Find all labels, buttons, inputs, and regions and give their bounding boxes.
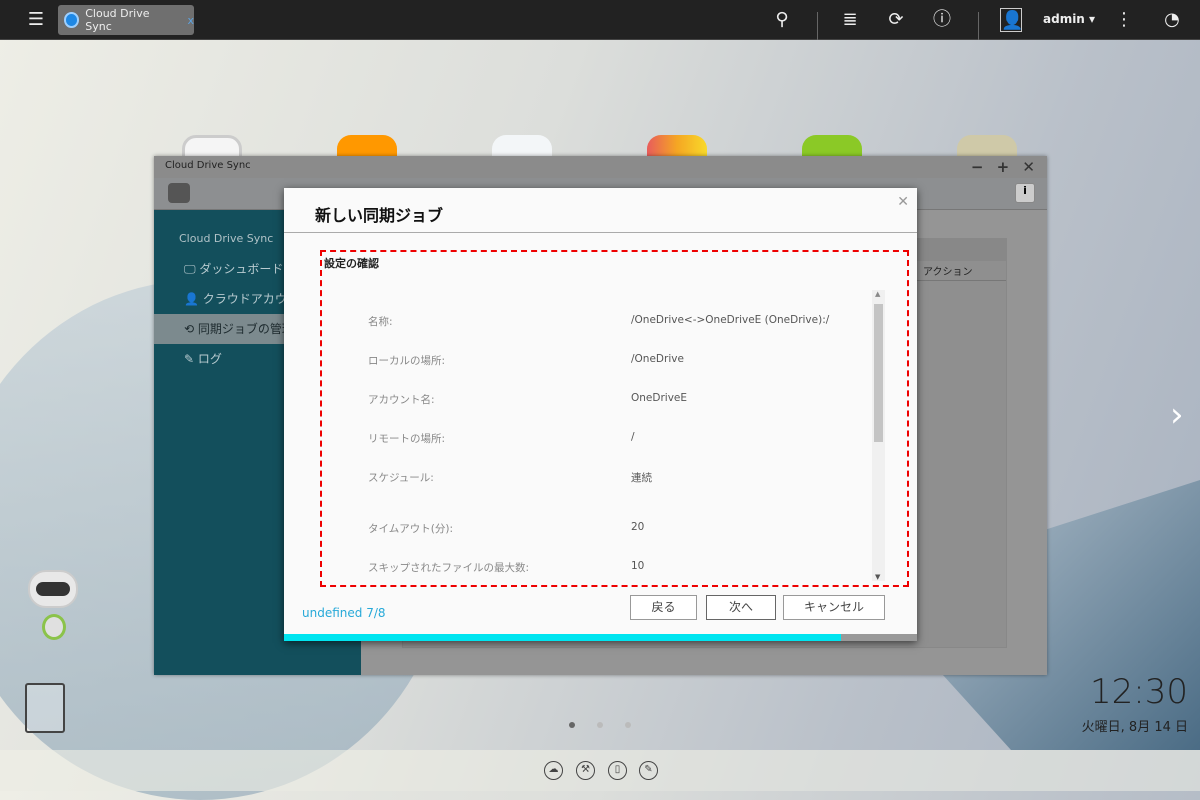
row-value: 10 bbox=[631, 560, 645, 572]
next-page-arrow-icon[interactable]: › bbox=[1170, 395, 1184, 435]
summary-row: ローカルの場所: /OneDrive bbox=[368, 353, 848, 368]
summary-row: 名称: /OneDrive<->OneDriveE (OneDrive):/ bbox=[368, 314, 848, 329]
menu-icon[interactable]: ☰ bbox=[24, 8, 48, 32]
tools-icon[interactable]: ⚒ bbox=[576, 761, 595, 780]
row-label: スケジュール: bbox=[368, 472, 434, 484]
row-value: 20 bbox=[631, 521, 645, 533]
log-icon: ✎ bbox=[184, 352, 198, 366]
scroll-down-icon[interactable]: ▼ bbox=[875, 573, 880, 581]
back-button[interactable]: 戻る bbox=[630, 595, 697, 620]
summary-row: スキップされたファイルの最大数: 10 bbox=[368, 560, 848, 575]
summary-row: リモートの場所: / bbox=[368, 431, 848, 446]
row-value: /OneDrive bbox=[631, 353, 684, 365]
divider bbox=[978, 12, 979, 40]
row-value: 連続 bbox=[631, 472, 652, 484]
highlight-box bbox=[320, 250, 909, 587]
cancel-button[interactable]: キャンセル bbox=[783, 595, 885, 620]
row-label: タイムアウト(分): bbox=[368, 523, 454, 535]
sidebar-item-label: ダッシュボード bbox=[199, 262, 284, 276]
page-dot-active[interactable] bbox=[569, 722, 575, 728]
section-title: 設定の確認 bbox=[324, 257, 379, 270]
scrollbar-thumb[interactable] bbox=[874, 304, 883, 442]
window-title: Cloud Drive Sync bbox=[154, 156, 1047, 178]
scroll-up-icon[interactable]: ▲ bbox=[875, 290, 880, 298]
progress-fill bbox=[284, 634, 842, 641]
row-value: / bbox=[631, 431, 635, 443]
user-icon: 👤 bbox=[184, 292, 203, 306]
summary-row: アカウント名: OneDriveE bbox=[368, 392, 848, 407]
sidebar-title: Cloud Drive Sync bbox=[179, 232, 274, 245]
clock-time: 12:30 bbox=[1090, 672, 1188, 712]
row-label: 名称: bbox=[368, 316, 393, 328]
row-value: /OneDrive<->OneDriveE (OneDrive):/ bbox=[631, 314, 830, 326]
user-menu[interactable]: admin ▾ bbox=[1043, 12, 1095, 26]
tasks-icon[interactable]: ≣ bbox=[838, 8, 862, 32]
search-icon[interactable]: ⚲ bbox=[770, 8, 794, 32]
next-button[interactable]: 次へ bbox=[706, 595, 776, 620]
step-indicator: undefined 7/8 bbox=[302, 606, 386, 620]
dashboard-icon: 🖵 bbox=[184, 262, 200, 276]
progress-bar bbox=[284, 634, 917, 641]
divider bbox=[817, 12, 818, 40]
sidebar-item-label: ログ bbox=[197, 352, 222, 366]
scrollbar[interactable]: ▲ ▼ bbox=[872, 290, 885, 581]
new-sync-job-dialog: 新しい同期ジョブ ✕ 設定の確認 名称: /OneDrive<->OneDrive… bbox=[284, 188, 917, 641]
history-icon: ⟲ bbox=[184, 322, 198, 336]
app-tab-cloud-drive-sync[interactable]: Cloud Drive Sync x bbox=[58, 5, 194, 35]
window-controls[interactable]: − + ✕ bbox=[971, 158, 1039, 176]
row-value: OneDriveE bbox=[631, 392, 688, 404]
tab-label: Cloud Drive Sync bbox=[85, 7, 150, 33]
info-icon[interactable]: ⓘ bbox=[930, 8, 954, 32]
divider bbox=[284, 232, 917, 233]
summary-row: タイムアウト(分): 20 bbox=[368, 521, 848, 536]
close-icon[interactable]: ✕ bbox=[897, 194, 909, 210]
cloud-drive-sync-icon bbox=[64, 12, 80, 28]
close-tab-icon[interactable]: x bbox=[187, 14, 194, 27]
column-header-action[interactable]: アクション bbox=[923, 263, 973, 278]
dialog-title: 新しい同期ジョブ bbox=[315, 206, 444, 225]
summary-row: スケジュール: 連続 bbox=[368, 470, 848, 485]
book-icon[interactable]: ▯ bbox=[608, 761, 627, 780]
dock: ☁ ⚒ ▯ ✎ bbox=[0, 750, 1200, 791]
page-dot[interactable] bbox=[625, 722, 631, 728]
sync-icon[interactable]: ⟳ bbox=[884, 8, 908, 32]
row-label: ローカルの場所: bbox=[368, 355, 446, 367]
trash-icon[interactable] bbox=[25, 683, 65, 733]
avatar[interactable]: 👤 bbox=[1000, 8, 1023, 32]
top-bar: ☰ Cloud Drive Sync x ⚲ ≣ ⟳ ⓘ 👤 admin ▾ ⋮… bbox=[0, 0, 1200, 40]
page-dot[interactable] bbox=[597, 722, 603, 728]
clock-date: 火曜日, 8月 14 日 bbox=[1081, 720, 1188, 735]
row-label: アカウント名: bbox=[368, 394, 435, 406]
row-label: スキップされたファイルの最大数: bbox=[368, 562, 530, 574]
caret-down-icon: ▾ bbox=[1089, 12, 1096, 26]
info-icon[interactable]: i bbox=[1015, 183, 1035, 203]
toggle-sidebar-icon[interactable] bbox=[168, 183, 190, 203]
more-options-icon[interactable]: ⋮ bbox=[1112, 8, 1136, 32]
sidebar-item-label: 同期ジョブの管理 bbox=[197, 322, 294, 336]
username: admin bbox=[1043, 12, 1085, 26]
cloud-icon[interactable]: ☁ bbox=[544, 761, 563, 780]
note-icon[interactable]: ✎ bbox=[639, 761, 658, 780]
row-label: リモートの場所: bbox=[368, 433, 446, 445]
dashboard-gauge-icon[interactable]: ◔ bbox=[1160, 8, 1184, 32]
assistant-robot-icon[interactable] bbox=[22, 570, 92, 655]
